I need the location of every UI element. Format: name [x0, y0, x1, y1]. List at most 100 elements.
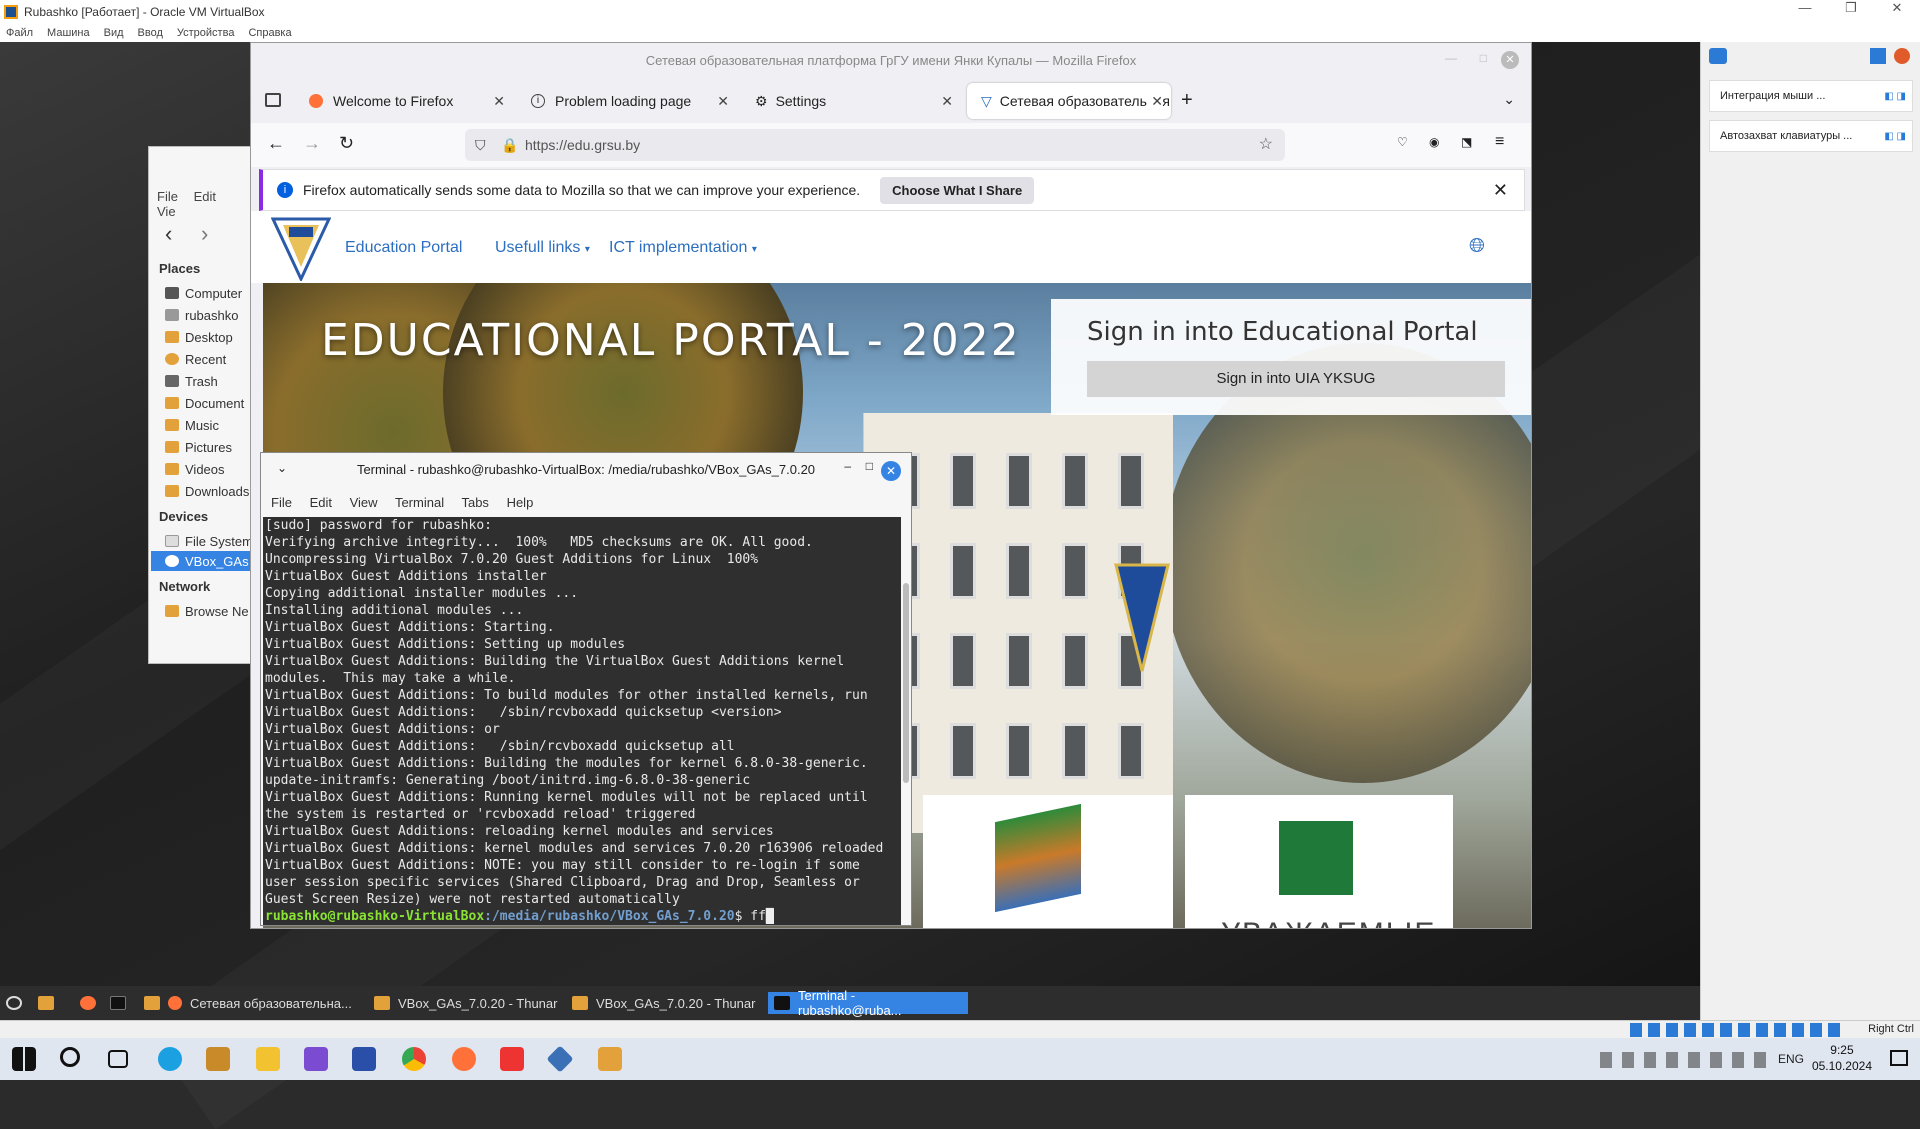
file-manager-launcher-icon[interactable]	[38, 992, 62, 1014]
place-documents[interactable]: Document	[165, 393, 259, 413]
dismiss-icon[interactable]	[1894, 48, 1910, 64]
terminal-menu-tabs[interactable]: Tabs	[461, 495, 488, 510]
place-music[interactable]: Music	[165, 415, 259, 435]
place-home[interactable]: rubashko	[165, 305, 259, 325]
device-vbox-gas[interactable]: VBox_GAs	[151, 551, 259, 571]
forward-icon[interactable]: →	[303, 133, 321, 154]
windows-start-icon[interactable]	[12, 1047, 36, 1071]
firefox-icon[interactable]	[452, 1047, 476, 1071]
language-globe-icon[interactable]: 🌐︎	[1469, 235, 1485, 258]
thunar-menu-view[interactable]: Vie	[157, 204, 176, 219]
terminal-close-button[interactable]: ✕	[881, 461, 901, 481]
tab-settings[interactable]: ⚙ Settings ✕	[741, 83, 961, 119]
tab-overview-icon[interactable]	[265, 93, 281, 107]
edge-icon[interactable]	[158, 1047, 182, 1071]
account-icon[interactable]: ◉	[1429, 135, 1439, 149]
thunar-menu-edit[interactable]: Edit	[194, 189, 216, 204]
visual-studio-icon[interactable]	[304, 1047, 328, 1071]
menu-devices[interactable]: Устройства	[177, 27, 235, 39]
signin-button[interactable]: Sign in into UIA YKSUG	[1087, 361, 1505, 397]
app-icon[interactable]	[206, 1047, 230, 1071]
chrome-icon[interactable]	[402, 1047, 426, 1071]
firefox-launcher-icon[interactable]	[80, 992, 104, 1014]
terminal-maximize-button[interactable]: □	[866, 459, 873, 473]
terminal-scrollbar[interactable]	[903, 583, 909, 783]
place-computer[interactable]: Computer	[165, 283, 259, 303]
app-red-icon[interactable]	[500, 1047, 524, 1071]
place-downloads[interactable]: Downloads	[165, 481, 259, 501]
tab-problem-loading[interactable]: i Problem loading page ✕	[517, 83, 737, 119]
whisker-menu-icon[interactable]	[6, 992, 30, 1014]
shield-icon[interactable]: ⛉	[475, 129, 486, 161]
nav-ict-implementation[interactable]: ICT implementation ▾	[609, 239, 757, 257]
explorer-icon[interactable]	[256, 1047, 280, 1071]
terminal-minimize-button[interactable]: –	[844, 459, 851, 473]
notifications-icon[interactable]	[1890, 1050, 1908, 1066]
place-trash[interactable]: Trash	[165, 371, 259, 391]
place-desktop[interactable]: Desktop	[165, 327, 259, 347]
taskbar-thunar-1[interactable]: VBox_GAs_7.0.20 - Thunar	[374, 992, 557, 1014]
menu-machine[interactable]: Машина	[47, 27, 90, 39]
app-yellow-icon[interactable]	[598, 1047, 622, 1071]
notice-close-icon[interactable]: ✕	[1493, 180, 1508, 201]
forward-icon[interactable]: ›	[201, 221, 208, 247]
save-app-icon[interactable]	[352, 1047, 376, 1071]
back-icon[interactable]: ‹	[165, 221, 172, 247]
minimize-button[interactable]: —	[1782, 0, 1828, 16]
nav-education-portal[interactable]: Education Portal	[345, 239, 462, 257]
lock-icon[interactable]: 🔒	[501, 129, 518, 161]
announcement-card[interactable]: УВАЖАЕМЫЕ	[1185, 795, 1453, 928]
taskbar-terminal[interactable]: Terminal - rubashko@ruba...	[768, 988, 968, 1018]
menu-file[interactable]: Файл	[6, 27, 33, 39]
search-icon[interactable]	[60, 1047, 80, 1067]
university-logo-icon[interactable]	[271, 215, 331, 281]
info-icon[interactable]: ◧ ◨	[1884, 131, 1906, 142]
terminal-menu-file[interactable]: File	[271, 495, 292, 510]
bookmark-star-icon[interactable]: ☆	[1259, 129, 1273, 161]
language-indicator[interactable]: ENG	[1778, 1052, 1804, 1066]
menu-help[interactable]: Справка	[248, 27, 291, 39]
firefox-close-button[interactable]: ✕	[1501, 51, 1519, 69]
extensions-icon[interactable]: ⬔	[1461, 135, 1472, 149]
list-tabs-icon[interactable]: ⌄	[1503, 91, 1515, 108]
network-browse[interactable]: Browse Ne	[165, 601, 259, 621]
nav-usefull-links[interactable]: Usefull links ▾	[495, 239, 590, 257]
terminal-output[interactable]: [sudo] password for rubashko: Verifying a…	[263, 517, 901, 925]
terminal-launcher-icon[interactable]	[110, 992, 134, 1014]
menu-view[interactable]: Вид	[104, 27, 124, 39]
new-tab-button[interactable]: +	[1181, 89, 1193, 112]
toggle-icon[interactable]	[1870, 48, 1886, 64]
tab-welcome[interactable]: Welcome to Firefox ✕	[295, 83, 513, 119]
terminal-menu-terminal[interactable]: Terminal	[395, 495, 444, 510]
tray-icons[interactable]	[1600, 1052, 1770, 1068]
place-pictures[interactable]: Pictures	[165, 437, 259, 457]
device-status-icons[interactable]	[1630, 1023, 1840, 1037]
mouse-integration-notice[interactable]: Интеграция мыши ... ◧ ◨	[1709, 80, 1913, 112]
notification-icon[interactable]	[1709, 48, 1727, 64]
reload-icon[interactable]: ↻	[339, 133, 354, 154]
terminal-menu-help[interactable]: Help	[507, 495, 534, 510]
task-view-icon[interactable]	[108, 1050, 128, 1068]
taskbar-firefox[interactable]: Сетевая образовательна...	[144, 992, 352, 1014]
terminal-menu-view[interactable]: View	[350, 495, 378, 510]
place-videos[interactable]: Videos	[165, 459, 259, 479]
device-filesystem[interactable]: File System	[165, 531, 259, 551]
firefox-minimize-button[interactable]: —	[1445, 51, 1457, 65]
place-recent[interactable]: Recent	[165, 349, 259, 369]
close-button[interactable]: ✕	[1874, 0, 1920, 16]
back-icon[interactable]: ←	[267, 133, 285, 154]
taskbar-thunar-2[interactable]: VBox_GAs_7.0.20 - Thunar	[572, 992, 755, 1014]
tab-edu-portal[interactable]: ▽ Сетевая образовательная ✕	[967, 83, 1171, 119]
virtualbox-taskbar-icon[interactable]	[546, 1045, 574, 1073]
menu-input[interactable]: Ввод	[138, 27, 163, 39]
firefox-maximize-button[interactable]: □	[1480, 51, 1487, 65]
maximize-button[interactable]: ❐	[1828, 0, 1874, 16]
terminal-menu-icon[interactable]: ⌄	[277, 461, 287, 475]
terminal-menu-edit[interactable]: Edit	[310, 495, 332, 510]
url-bar[interactable]: ⛉ 🔒 https://edu.grsu.by ☆	[465, 129, 1285, 161]
books-card[interactable]	[923, 795, 1173, 928]
keyboard-capture-notice[interactable]: Автозахват клавиатуры ... ◧ ◨	[1709, 120, 1913, 152]
clock[interactable]: 9:25 05.10.2024	[1812, 1042, 1872, 1074]
thunar-menu-file[interactable]: File	[157, 189, 178, 204]
menu-icon[interactable]: ≡	[1495, 133, 1504, 151]
